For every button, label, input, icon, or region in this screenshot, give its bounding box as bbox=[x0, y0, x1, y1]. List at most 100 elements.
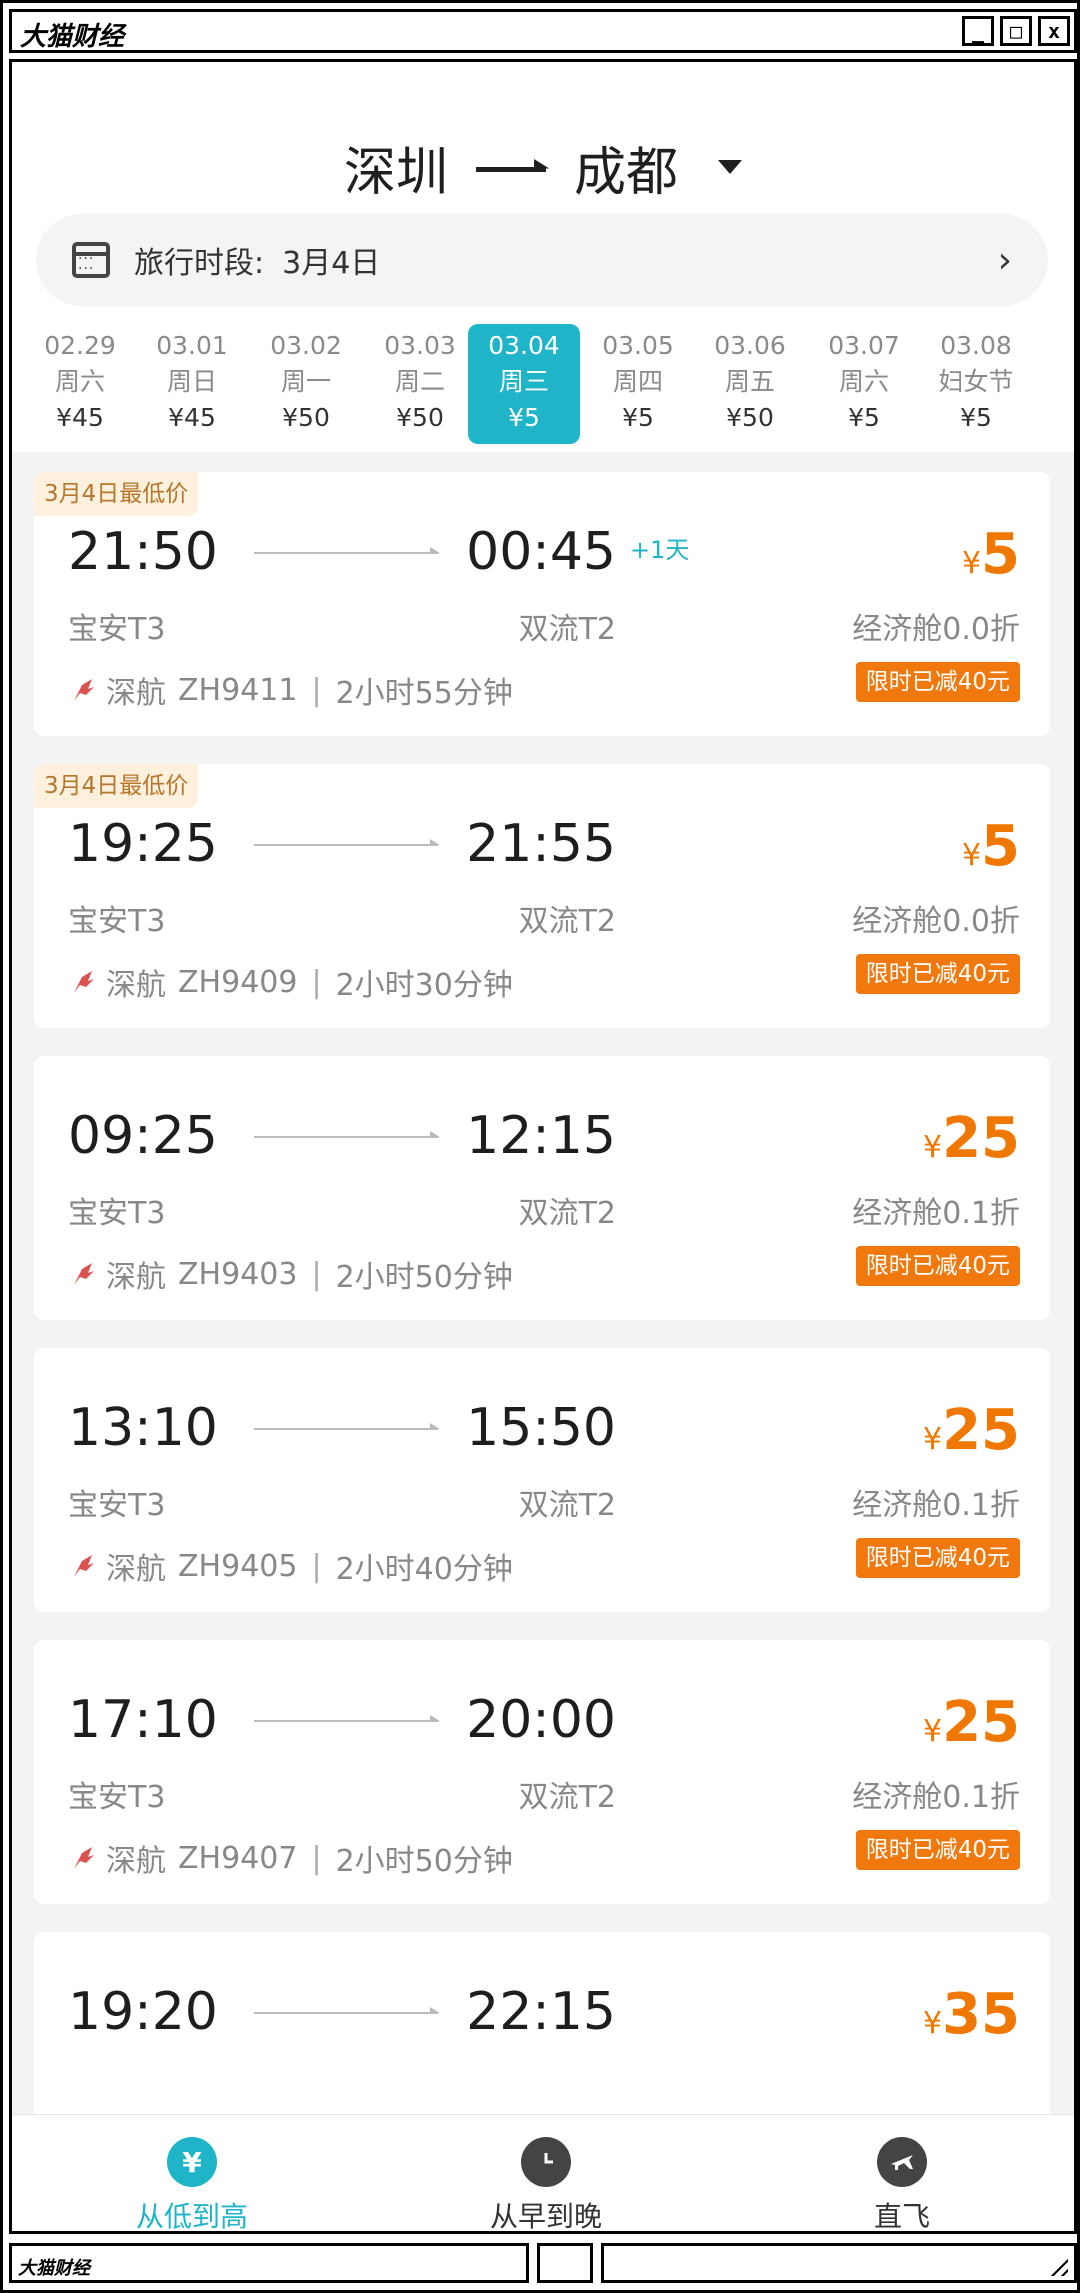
date-label: 03.02 bbox=[270, 331, 342, 360]
arrival-airport: 双流T2 bbox=[518, 1196, 616, 1231]
origin-city: 深圳 bbox=[343, 142, 448, 203]
flight-card[interactable]: 13:10 15:50 ¥25 宝安T3 双流T2 经济舱0.1折 深航 ZH9405 | 2小时… bbox=[34, 1348, 1050, 1612]
cabin-discount: 经济舱0.0折 bbox=[852, 904, 1020, 939]
departure-time: 19:20 bbox=[68, 1982, 218, 2042]
date-item-03.08[interactable]: 03.08 妇女节 ¥5 bbox=[920, 324, 1032, 444]
cabin-discount: 经济舱0.0折 bbox=[852, 612, 1020, 647]
route-arrow-icon bbox=[476, 166, 546, 172]
date-item-03.07[interactable]: 03.07 周六 ¥5 bbox=[808, 324, 920, 444]
date-item-03.04[interactable]: 03.04 周三 ¥5 bbox=[468, 324, 580, 444]
date-price: ¥5 bbox=[960, 403, 992, 432]
flight-price: ¥25 bbox=[923, 1690, 1020, 1755]
status-cell bbox=[601, 2243, 1077, 2283]
app-content: 深圳 成都 旅行时段: 3月4日 › 02.29周六¥4503.01周日¥450… bbox=[9, 59, 1077, 2234]
close-button[interactable]: x bbox=[1038, 16, 1070, 46]
currency-symbol: ¥ bbox=[922, 1714, 943, 1749]
flight-arrow-icon bbox=[254, 1423, 440, 1430]
arrival-time: 20:00 bbox=[466, 1690, 616, 1750]
promo-badge: 限时已减40元 bbox=[855, 1246, 1020, 1286]
chevron-right-icon: › bbox=[997, 239, 1012, 281]
arrival-time: 00:45 bbox=[466, 522, 616, 582]
airline-name: 深航 bbox=[106, 968, 166, 1003]
arrival-time: 12:15 bbox=[466, 1106, 616, 1166]
flight-card[interactable]: 3月4日最低价 21:50 00:45 +1天 ¥5 宝安T3 双流T2 经济舱0.0折 深航 Z… bbox=[34, 472, 1050, 736]
date-strip: 02.29 周六 ¥45 03.01 周日 ¥45 03.02 周一 ¥50 03.03 周二 ¥50… bbox=[12, 324, 1074, 444]
minimize-button[interactable]: _ bbox=[962, 16, 994, 46]
tab-price-low-high[interactable]: ¥ 从低到高 bbox=[42, 2137, 342, 2231]
date-item-03.06[interactable]: 03.06 周五 ¥50 bbox=[694, 324, 806, 444]
arrival-airport: 双流T2 bbox=[518, 904, 616, 939]
price-amount: 25 bbox=[942, 1690, 1020, 1755]
weekday-label: 周六 bbox=[54, 367, 105, 396]
route-header[interactable]: 深圳 成都 bbox=[12, 122, 1074, 212]
weekday-label: 周五 bbox=[724, 367, 775, 396]
weekday-label: 周日 bbox=[166, 367, 217, 396]
promo-badge: 限时已减40元 bbox=[855, 1830, 1020, 1870]
airline-name: 深航 bbox=[106, 1552, 166, 1587]
date-item-03.02[interactable]: 03.02 周一 ¥50 bbox=[250, 324, 362, 444]
cabin-discount: 经济舱0.1折 bbox=[852, 1196, 1020, 1231]
flight-card[interactable]: 3月4日最低价 19:25 21:55 ¥5 宝安T3 双流T2 经济舱0.0折 深航 ZH94… bbox=[34, 764, 1050, 1028]
airline-name: 深航 bbox=[106, 1844, 166, 1879]
flight-card[interactable]: 09:25 12:15 ¥25 宝安T3 双流T2 经济舱0.1折 深航 ZH9403 | 2小时… bbox=[34, 1056, 1050, 1320]
price-amount: 25 bbox=[942, 1398, 1020, 1463]
plane-icon bbox=[877, 2137, 927, 2187]
date-item-02.29[interactable]: 02.29 周六 ¥45 bbox=[24, 324, 136, 444]
status-brand: 大猫财经 bbox=[9, 2243, 529, 2283]
price-amount: 35 bbox=[942, 1982, 1020, 2047]
travel-period-selector[interactable]: 旅行时段: 3月4日 › bbox=[36, 214, 1048, 306]
clock-icon bbox=[521, 2137, 571, 2187]
chevron-down-icon[interactable] bbox=[718, 160, 743, 174]
resize-grip-icon[interactable] bbox=[1046, 2254, 1068, 2276]
next-day-tag: +1天 bbox=[630, 536, 690, 564]
weekday-label: 周一 bbox=[280, 367, 331, 396]
date-item-03.05[interactable]: 03.05 周四 ¥5 bbox=[582, 324, 694, 444]
flight-card[interactable]: 17:10 20:00 ¥25 宝安T3 双流T2 经济舱0.1折 深航 ZH9407 | 2小时… bbox=[34, 1640, 1050, 1904]
airline-logo-icon bbox=[74, 679, 94, 701]
date-price: ¥5 bbox=[622, 403, 654, 432]
flight-price: ¥25 bbox=[923, 1398, 1020, 1463]
window-frame: 大猫财经 _ □ x 深圳 成都 旅行时段: 3月4日 › 02.29 周六 ¥45… bbox=[0, 0, 1080, 2293]
weekday-label: 周二 bbox=[394, 367, 445, 396]
flight-price: ¥35 bbox=[923, 1982, 1020, 2047]
flight-duration: 2小时50分钟 bbox=[335, 1844, 513, 1879]
arrival-airport: 双流T2 bbox=[518, 1488, 616, 1523]
flight-arrow-icon bbox=[254, 1131, 440, 1138]
tab-time-early-late[interactable]: 从早到晚 bbox=[396, 2137, 696, 2231]
divider bbox=[12, 452, 1074, 464]
arrival-airport: 双流T2 bbox=[518, 612, 616, 647]
arrival-time: 15:50 bbox=[466, 1398, 616, 1458]
date-label: 03.08 bbox=[940, 331, 1012, 360]
date-price: ¥50 bbox=[282, 403, 330, 432]
separator: | bbox=[311, 1256, 322, 1292]
separator: | bbox=[311, 964, 322, 1000]
date-item-03.01[interactable]: 03.01 周日 ¥45 bbox=[136, 324, 248, 444]
weekday-label: 周六 bbox=[838, 367, 889, 396]
promo-badge: 限时已减40元 bbox=[855, 954, 1020, 994]
departure-airport: 宝安T3 bbox=[68, 1780, 166, 1815]
departure-airport: 宝安T3 bbox=[68, 904, 166, 939]
departure-time: 19:25 bbox=[68, 814, 218, 874]
date-item-03.03[interactable]: 03.03 周二 ¥50 bbox=[364, 324, 476, 444]
airline-name: 深航 bbox=[106, 676, 166, 711]
date-label: 03.03 bbox=[384, 331, 456, 360]
arrival-time: 21:55 bbox=[466, 814, 616, 874]
destination-city: 成都 bbox=[574, 142, 679, 203]
departure-airport: 宝安T3 bbox=[68, 1488, 166, 1523]
maximize-button[interactable]: □ bbox=[1000, 16, 1032, 46]
airline-logo-icon bbox=[74, 971, 94, 993]
calendar-icon bbox=[72, 242, 110, 278]
window-title: 大猫财经 bbox=[20, 22, 125, 52]
date-price: ¥50 bbox=[396, 403, 444, 432]
date-price: ¥5 bbox=[508, 403, 540, 432]
airline-logo-icon bbox=[74, 1263, 94, 1285]
date-price: ¥50 bbox=[726, 403, 774, 432]
tab-direct-flight[interactable]: 直飞 bbox=[752, 2137, 1052, 2231]
price-amount: 25 bbox=[942, 1106, 1020, 1171]
flight-duration: 2小时30分钟 bbox=[335, 968, 513, 1003]
date-price: ¥5 bbox=[848, 403, 880, 432]
flight-list: 3月4日最低价 21:50 00:45 +1天 ¥5 宝安T3 双流T2 经济舱0.0折 深航 Z… bbox=[12, 464, 1074, 2196]
flight-number: ZH9407 bbox=[178, 1840, 298, 1876]
currency-symbol: ¥ bbox=[922, 2006, 943, 2041]
flight-number: ZH9403 bbox=[178, 1256, 298, 1292]
